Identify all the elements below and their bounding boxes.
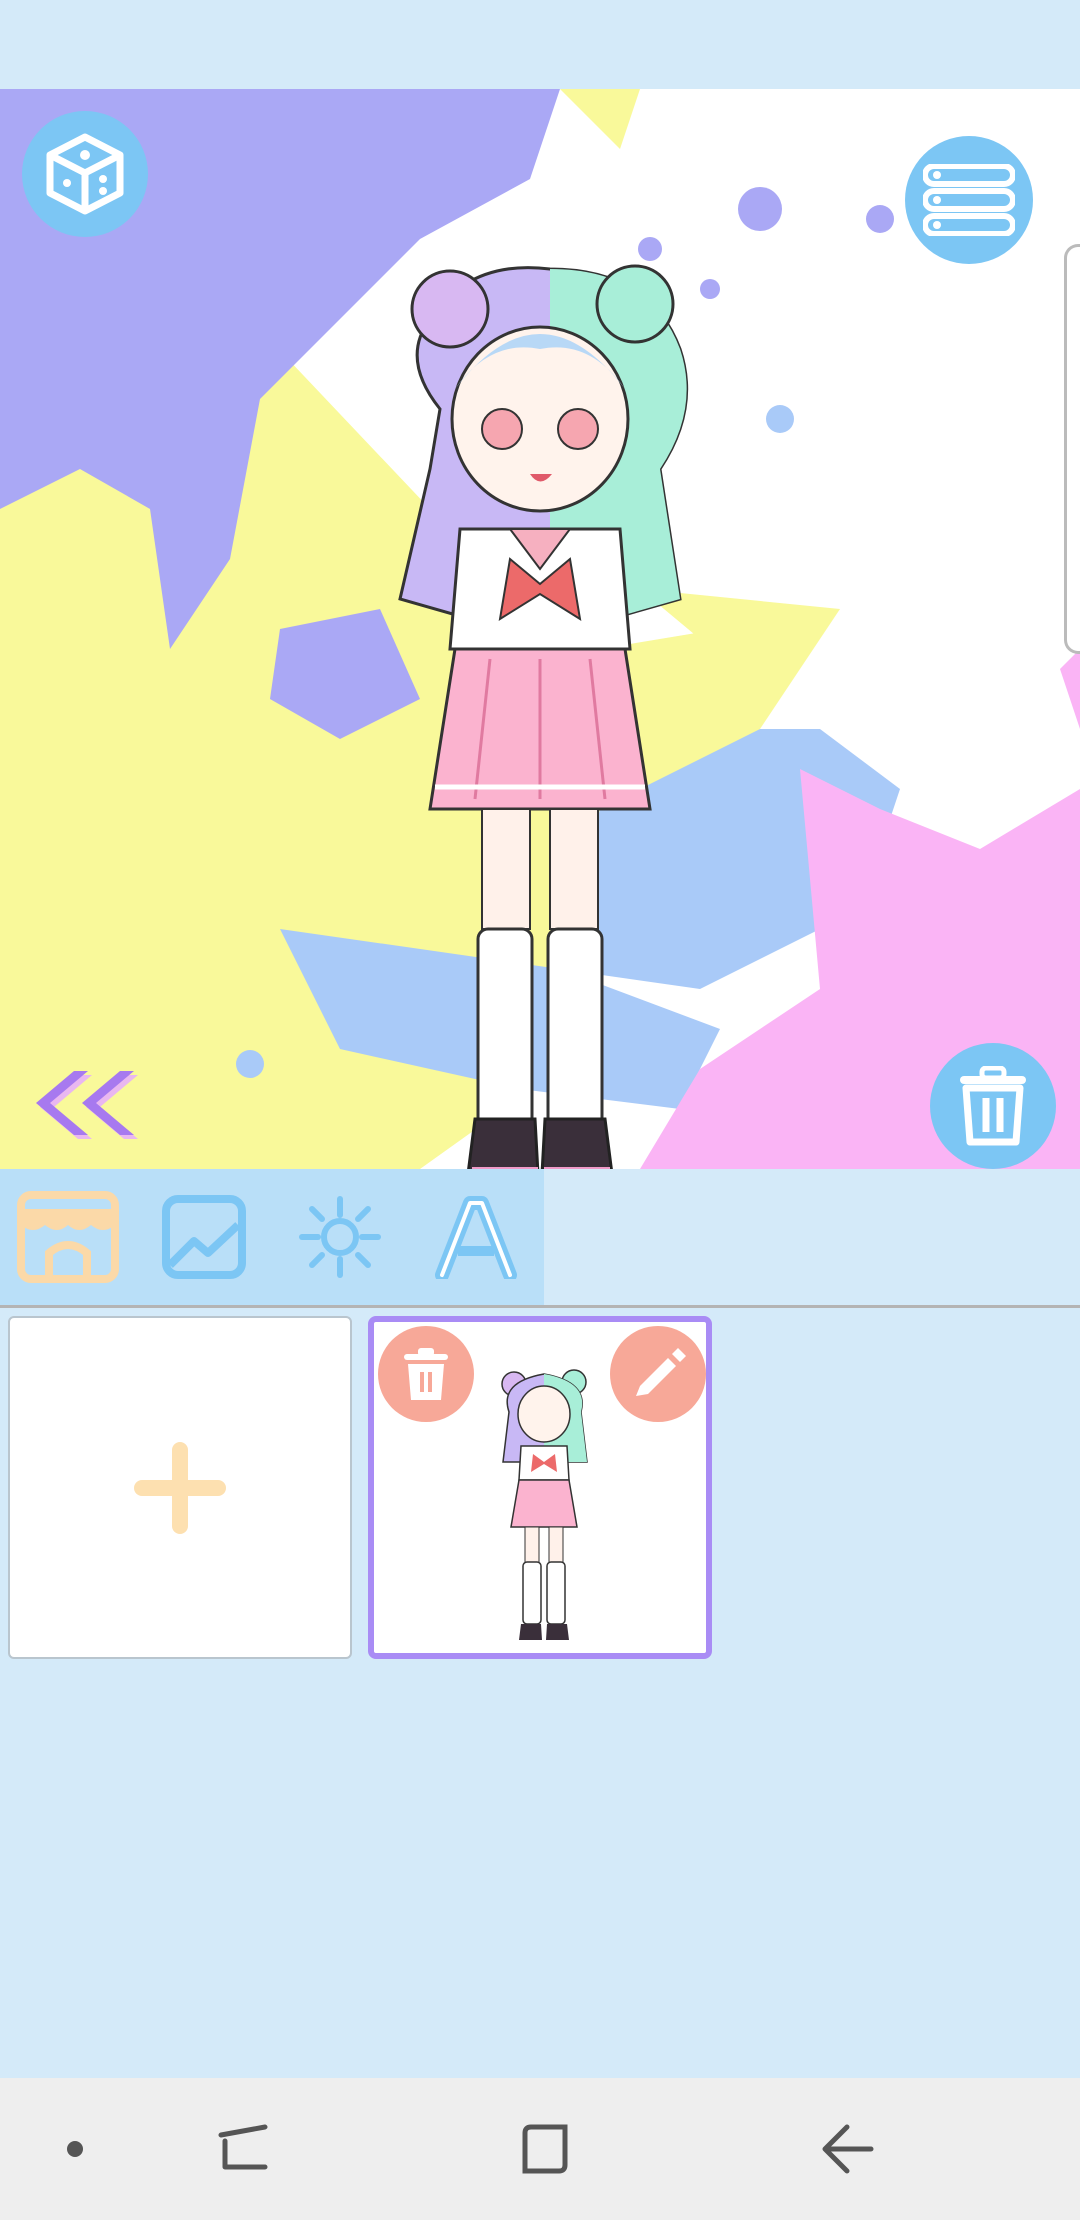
side-drawer-handle[interactable]: [1064, 244, 1080, 654]
dress-up-canvas[interactable]: [0, 89, 1080, 1169]
card-delete-button[interactable]: [378, 1326, 474, 1422]
character-figure[interactable]: [360, 239, 720, 1169]
shop-icon: [17, 1191, 119, 1283]
tab-background[interactable]: [136, 1169, 272, 1305]
tab-text[interactable]: A: [408, 1169, 544, 1305]
character-thumbnail: [501, 1369, 588, 1640]
system-nav-bar: [0, 2078, 1080, 2220]
pencil-icon: [636, 1348, 686, 1396]
saved-gallery: [0, 1308, 1080, 2078]
category-toolbar: A: [0, 1169, 1080, 1305]
tab-shop[interactable]: [0, 1169, 136, 1305]
back-icon: [822, 2124, 874, 2174]
image-icon: [162, 1195, 246, 1279]
splash-icon: [299, 1196, 381, 1278]
double-chevron-left-icon: [36, 1071, 138, 1139]
trash-icon: [960, 1066, 1026, 1146]
nav-home-button[interactable]: [510, 2114, 580, 2184]
plus-icon: [134, 1441, 226, 1534]
nav-back-button[interactable]: [812, 2114, 882, 2184]
card-edit-button[interactable]: [610, 1326, 706, 1422]
dot-icon: [67, 2141, 83, 2157]
status-bar: [0, 0, 1080, 89]
letter-a-icon: [435, 1196, 517, 1279]
trash-icon: [404, 1348, 448, 1400]
nav-recent-dot[interactable]: [40, 2114, 110, 2184]
random-dice-button[interactable]: [22, 111, 148, 237]
delete-canvas-button[interactable]: [930, 1043, 1056, 1169]
dice-icon: [46, 133, 124, 215]
category-tabs: A: [0, 1169, 544, 1305]
add-new-card[interactable]: [8, 1316, 352, 1659]
tab-effects[interactable]: [272, 1169, 408, 1305]
recents-icon: [218, 2124, 268, 2170]
home-icon: [522, 2124, 568, 2174]
saved-character-card[interactable]: [368, 1316, 712, 1659]
menu-list-button[interactable]: [905, 136, 1033, 264]
nav-recents-button[interactable]: [208, 2114, 278, 2184]
list-icon: [923, 164, 1015, 236]
collapse-back-button[interactable]: [30, 1067, 140, 1147]
